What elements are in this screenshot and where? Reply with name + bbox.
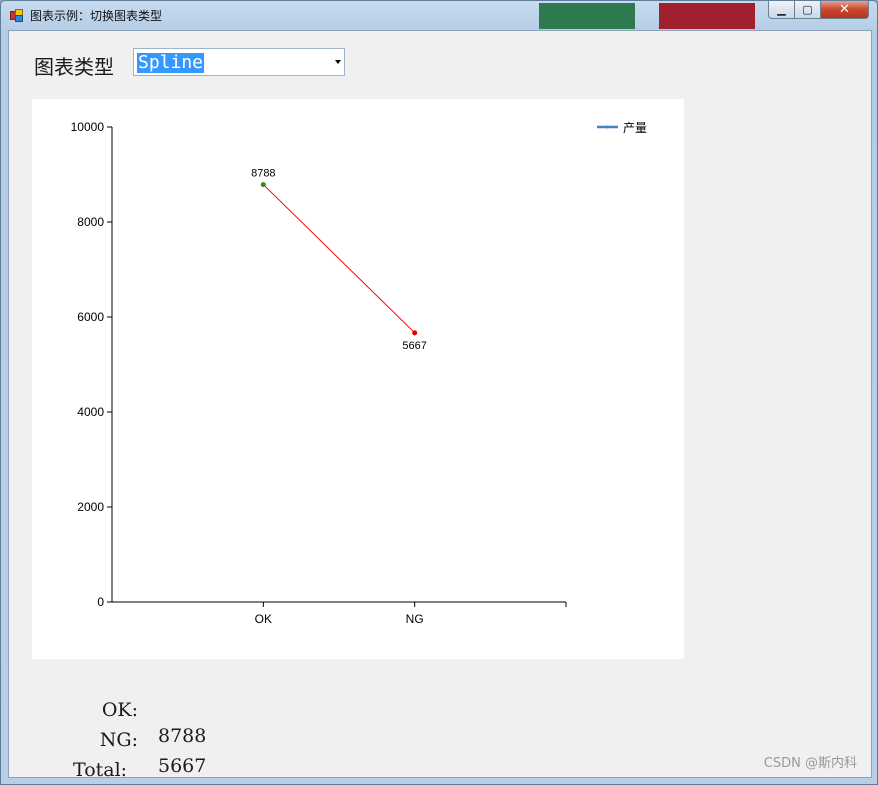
watermark: CSDN @斯内科 bbox=[763, 756, 857, 771]
background-window-block bbox=[539, 3, 635, 29]
chart-area: 0 2000 4000 6000 8000 10000 OK NG 8788 5667 产量 bbox=[32, 99, 684, 659]
close-button[interactable]: ✕ bbox=[821, 1, 869, 19]
data-point bbox=[412, 330, 418, 336]
y-tick-label: 10000 bbox=[71, 120, 105, 134]
form-client-area: 图表类型 Spline 0 2000 4000 6000 8000 10000 OK NG 8… bbox=[8, 30, 872, 781]
series-line bbox=[262, 184, 416, 334]
y-tick-label: 8000 bbox=[77, 215, 104, 229]
chart-type-label: 图表类型 bbox=[34, 55, 114, 79]
dropdown-arrow-icon[interactable] bbox=[335, 60, 341, 64]
background-window-block bbox=[659, 3, 755, 29]
chart-axes: 0 2000 4000 6000 8000 10000 OK NG bbox=[71, 120, 567, 626]
x-tick-label: OK bbox=[255, 612, 272, 626]
data-label: 8788 bbox=[251, 168, 275, 180]
title-bar[interactable]: 图表示例：切换图表类型 ▁ ▢ ✕ bbox=[1, 1, 877, 29]
app-window: 图表示例：切换图表类型 ▁ ▢ ✕ 图表类型 Spline 0 2000 4000 6… bbox=[0, 0, 878, 785]
chart-type-selected-value: Spline bbox=[137, 52, 205, 73]
window-controls: ▁ ▢ ✕ bbox=[768, 1, 869, 20]
app-icon bbox=[10, 9, 23, 22]
data-point bbox=[260, 182, 266, 188]
chart-legend: 产量 bbox=[597, 121, 647, 135]
chart-svg: 0 2000 4000 6000 8000 10000 OK NG 8788 5667 产量 bbox=[71, 120, 647, 626]
data-label: 5667 bbox=[402, 340, 426, 352]
y-tick-label: 6000 bbox=[77, 310, 104, 324]
minimize-button[interactable]: ▁ bbox=[768, 1, 795, 19]
chart-marks: 8788 5667 bbox=[251, 168, 427, 352]
maximize-button[interactable]: ▢ bbox=[795, 1, 821, 19]
stat-row-ng: NG: 5667 bbox=[9, 701, 207, 777]
legend-point-swatch bbox=[606, 125, 609, 129]
x-tick-label: NG bbox=[406, 612, 424, 626]
y-tick-label: 2000 bbox=[77, 500, 104, 514]
stat-label-total: Total: bbox=[73, 759, 128, 781]
y-tick-label: 4000 bbox=[77, 405, 104, 419]
legend-label: 产量 bbox=[623, 121, 647, 135]
window-title: 图表示例：切换图表类型 bbox=[30, 9, 163, 23]
y-tick-label: 0 bbox=[97, 595, 104, 609]
chart-type-combobox[interactable]: Spline bbox=[133, 48, 345, 76]
stat-row-ok: OK: 8788 bbox=[9, 671, 207, 747]
stat-row-total: Total: 14455 bbox=[9, 731, 229, 781]
